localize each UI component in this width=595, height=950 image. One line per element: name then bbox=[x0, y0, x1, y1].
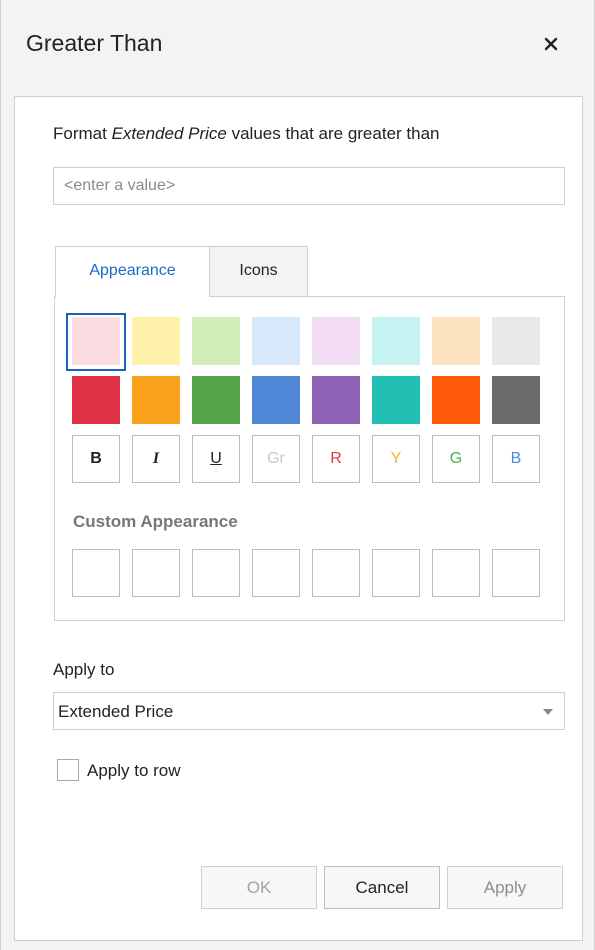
title-bar: Greater Than bbox=[1, 0, 594, 95]
custom-appearance-slot[interactable] bbox=[252, 549, 300, 597]
custom-appearance-label: Custom Appearance bbox=[73, 512, 238, 531]
ok-button[interactable]: OK bbox=[201, 866, 317, 909]
dark-color-swatch[interactable] bbox=[192, 376, 240, 424]
light-color-swatch[interactable] bbox=[492, 317, 540, 365]
yellow-text-button[interactable]: Y bbox=[372, 435, 420, 483]
bold-format-button[interactable]: B bbox=[72, 435, 120, 483]
light-color-swatch[interactable] bbox=[132, 317, 180, 365]
appearance-tab-panel bbox=[54, 296, 565, 621]
apply-to-selected-value: Extended Price bbox=[58, 702, 174, 721]
close-icon[interactable] bbox=[537, 30, 565, 58]
description-suffix: values that are greater than bbox=[226, 124, 440, 143]
green-text-button[interactable]: G bbox=[432, 435, 480, 483]
rule-description: Format Extended Price values that are gr… bbox=[53, 124, 440, 144]
red-text-button[interactable]: R bbox=[312, 435, 360, 483]
custom-appearance-slot[interactable] bbox=[192, 549, 240, 597]
dark-color-swatch[interactable] bbox=[492, 376, 540, 424]
chevron-down-icon bbox=[543, 709, 553, 715]
dialog-window: Greater Than Format Extended Price value… bbox=[0, 0, 595, 950]
dark-color-swatch[interactable] bbox=[372, 376, 420, 424]
description-field-name: Extended Price bbox=[111, 124, 227, 143]
custom-appearance-slot[interactable] bbox=[72, 549, 120, 597]
custom-appearance-slot[interactable] bbox=[372, 549, 420, 597]
cancel-button[interactable]: Cancel bbox=[324, 866, 440, 909]
apply-to-dropdown[interactable]: Extended Price bbox=[53, 692, 565, 730]
dark-color-swatch[interactable] bbox=[312, 376, 360, 424]
dark-color-swatch[interactable] bbox=[132, 376, 180, 424]
italic-format-button[interactable]: I bbox=[132, 435, 180, 483]
underline-format-button[interactable]: U bbox=[192, 435, 240, 483]
custom-appearance-slot[interactable] bbox=[492, 549, 540, 597]
dark-color-swatch[interactable] bbox=[432, 376, 480, 424]
dialog-title: Greater Than bbox=[26, 30, 163, 56]
blue-text-button[interactable]: B bbox=[492, 435, 540, 483]
dark-color-swatch[interactable] bbox=[72, 376, 120, 424]
light-color-swatch[interactable] bbox=[252, 317, 300, 365]
light-color-swatch[interactable] bbox=[312, 317, 360, 365]
tab-appearance[interactable]: Appearance bbox=[55, 246, 210, 297]
dark-color-swatch[interactable] bbox=[252, 376, 300, 424]
custom-appearance-slot[interactable] bbox=[432, 549, 480, 597]
light-color-swatch[interactable] bbox=[432, 317, 480, 365]
description-prefix: Format bbox=[53, 124, 112, 143]
threshold-value-input[interactable] bbox=[53, 167, 565, 205]
apply-to-row-label: Apply to row bbox=[87, 761, 181, 780]
light-color-swatch[interactable] bbox=[72, 317, 120, 365]
light-color-swatch[interactable] bbox=[192, 317, 240, 365]
apply-button[interactable]: Apply bbox=[447, 866, 563, 909]
light-color-swatch[interactable] bbox=[372, 317, 420, 365]
gray-text-button[interactable]: Gr bbox=[252, 435, 300, 483]
custom-appearance-slot[interactable] bbox=[312, 549, 360, 597]
apply-to-row-checkbox[interactable] bbox=[57, 759, 79, 781]
custom-appearance-slot[interactable] bbox=[132, 549, 180, 597]
tab-icons[interactable]: Icons bbox=[210, 246, 308, 297]
apply-to-label: Apply to bbox=[53, 660, 115, 679]
